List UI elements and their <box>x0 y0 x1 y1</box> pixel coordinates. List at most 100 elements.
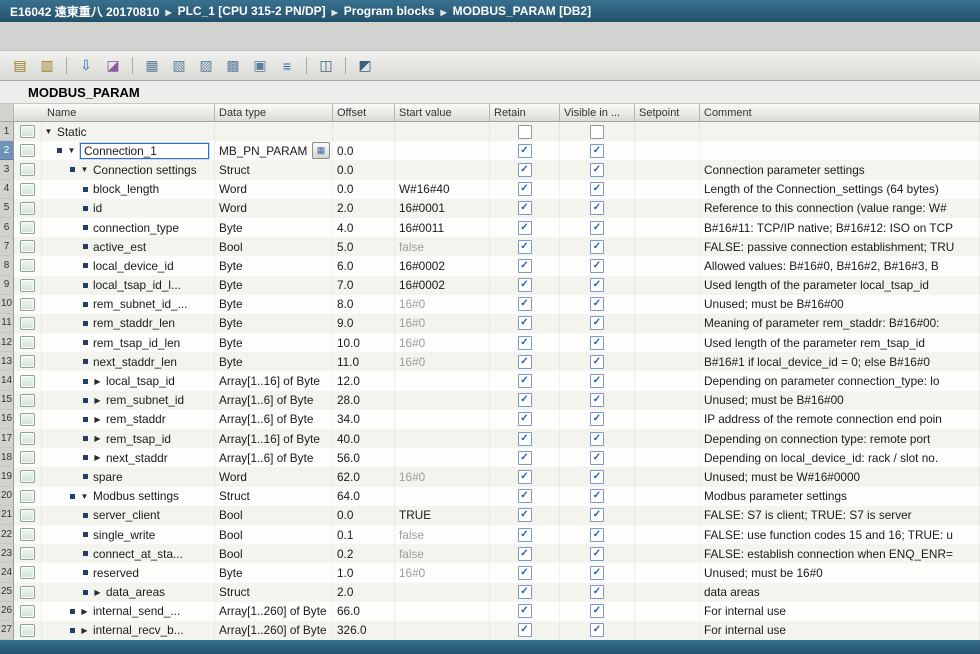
name-cell[interactable]: ▼Connection_1 <box>42 141 215 160</box>
retain-checkbox[interactable]: ✓ <box>518 259 532 273</box>
insert-row-icon[interactable]: ▤ <box>8 54 32 77</box>
comment-cell[interactable]: B#16#1 if local_device_id = 0; else B#16… <box>700 352 980 371</box>
expand-icon[interactable]: ▶ <box>93 415 102 424</box>
start-value-cell[interactable]: 16#0001 <box>395 199 490 218</box>
visible-checkbox[interactable]: ✓ <box>590 336 604 350</box>
data-type-cell[interactable]: Array[1..260] of Byte <box>215 621 333 640</box>
visible-checkbox[interactable]: ✓ <box>590 374 604 388</box>
settings-icon[interactable]: ◩ <box>353 54 377 77</box>
data-type-cell[interactable]: Byte <box>215 314 333 333</box>
comment-cell[interactable]: B#16#11: TCP/IP native; B#16#12: ISO on … <box>700 218 980 237</box>
column-header-offset[interactable]: Offset <box>333 104 395 121</box>
data-type-cell[interactable]: Struct <box>215 160 333 179</box>
comment-cell[interactable]: FALSE: use function codes 15 and 16; TRU… <box>700 525 980 544</box>
name-cell[interactable]: local_device_id <box>42 256 215 275</box>
data-type-cell[interactable]: Struct <box>215 583 333 602</box>
retain-checkbox[interactable]: ✓ <box>518 623 532 637</box>
name-cell[interactable]: id <box>42 199 215 218</box>
name-cell[interactable]: server_client <box>42 506 215 525</box>
comment-cell[interactable]: Allowed values: B#16#0, B#16#2, B#16#3, … <box>700 256 980 275</box>
retain-checkbox[interactable]: ✓ <box>518 182 532 196</box>
expand-icon[interactable]: ▶ <box>80 626 89 635</box>
retain-checkbox[interactable]: ✓ <box>518 432 532 446</box>
visible-checkbox[interactable]: ✓ <box>590 489 604 503</box>
snapshot-icon[interactable]: ◪ <box>101 54 125 77</box>
row-number[interactable]: 1 <box>0 122 14 141</box>
name-cell[interactable]: next_staddr_len <box>42 352 215 371</box>
update-interface-icon[interactable]: ▩ <box>221 54 245 77</box>
name-cell[interactable]: spare <box>42 467 215 486</box>
row-number[interactable]: 18 <box>0 448 14 467</box>
name-cell[interactable]: ▼Connection settings <box>42 160 215 179</box>
name-cell[interactable]: ▼Static <box>42 122 215 141</box>
name-cell[interactable]: connection_type <box>42 218 215 237</box>
start-value-cell[interactable]: 16#0 <box>395 467 490 486</box>
comment-cell[interactable]: Depending on connection type: remote por… <box>700 429 980 448</box>
name-cell[interactable]: ▶rem_subnet_id <box>42 391 215 410</box>
comment-cell[interactable]: Used length of the parameter rem_tsap_id <box>700 333 980 352</box>
start-value-cell[interactable] <box>395 141 490 160</box>
retain-checkbox[interactable]: ✓ <box>518 412 532 426</box>
data-type-cell[interactable]: Byte <box>215 352 333 371</box>
name-cell[interactable]: block_length <box>42 180 215 199</box>
row-number[interactable]: 8 <box>0 256 14 275</box>
comment-cell[interactable]: Modbus parameter settings <box>700 487 980 506</box>
data-type-cell[interactable]: Array[1..6] of Byte <box>215 410 333 429</box>
keep-actual-values-icon[interactable]: ⇩ <box>74 54 98 77</box>
visible-checkbox[interactable]: ✓ <box>590 412 604 426</box>
retain-checkbox[interactable]: ✓ <box>518 489 532 503</box>
retain-checkbox[interactable]: ✓ <box>518 144 532 158</box>
comment-cell[interactable]: Unused; must be W#16#0000 <box>700 467 980 486</box>
data-type-cell[interactable]: Array[1..260] of Byte <box>215 602 333 621</box>
data-type-cell[interactable]: Array[1..16] of Byte <box>215 371 333 390</box>
row-number[interactable]: 3 <box>0 160 14 179</box>
name-cell[interactable]: ▶rem_staddr <box>42 410 215 429</box>
retain-checkbox[interactable]: ✓ <box>518 585 532 599</box>
visible-checkbox[interactable]: ✓ <box>590 508 604 522</box>
expand-icon[interactable]: ▶ <box>93 588 102 597</box>
comment-cell[interactable]: Meaning of parameter rem_staddr: B#16#00… <box>700 314 980 333</box>
column-header-visible[interactable]: Visible in ... <box>560 104 635 121</box>
start-value-cell[interactable] <box>395 448 490 467</box>
start-value-cell[interactable] <box>395 371 490 390</box>
visible-checkbox[interactable]: ✓ <box>590 432 604 446</box>
initialize-setpoints-icon[interactable]: ▨ <box>194 54 218 77</box>
data-type-cell[interactable]: Word <box>215 180 333 199</box>
start-value-cell[interactable]: 16#0 <box>395 314 490 333</box>
start-value-cell[interactable] <box>395 583 490 602</box>
column-header-retain[interactable]: Retain <box>490 104 560 121</box>
name-cell[interactable]: rem_subnet_id_... <box>42 295 215 314</box>
name-cell[interactable]: reserved <box>42 563 215 582</box>
row-number[interactable]: 5 <box>0 199 14 218</box>
visible-checkbox[interactable]: ✓ <box>590 316 604 330</box>
row-number[interactable]: 12 <box>0 333 14 352</box>
data-type-cell[interactable]: Byte <box>215 276 333 295</box>
start-value-cell[interactable]: 16#0 <box>395 352 490 371</box>
retain-checkbox[interactable]: ✓ <box>518 470 532 484</box>
visible-checkbox[interactable]: ✓ <box>590 393 604 407</box>
visible-checkbox[interactable]: ✓ <box>590 182 604 196</box>
breadcrumb-item[interactable]: Program blocks <box>344 4 435 18</box>
comment-cell[interactable] <box>700 141 980 160</box>
row-number[interactable]: 10 <box>0 295 14 314</box>
data-type-cell[interactable]: Byte <box>215 333 333 352</box>
name-cell[interactable]: rem_staddr_len <box>42 314 215 333</box>
collapse-icon[interactable]: ▼ <box>67 146 76 155</box>
data-type-cell[interactable]: Word <box>215 199 333 218</box>
expand-icon[interactable]: ▶ <box>80 607 89 616</box>
data-type-cell[interactable]: Word <box>215 467 333 486</box>
comment-cell[interactable]: Depending on local_device_id: rack / slo… <box>700 448 980 467</box>
visible-checkbox[interactable]: ✓ <box>590 201 604 215</box>
collapse-icon[interactable]: ▼ <box>44 127 53 136</box>
visible-checkbox[interactable]: ✓ <box>590 451 604 465</box>
comment-cell[interactable]: Used length of the parameter local_tsap_… <box>700 276 980 295</box>
visible-checkbox[interactable]: ✓ <box>590 470 604 484</box>
data-type-cell[interactable]: Bool <box>215 506 333 525</box>
start-value-cell[interactable] <box>395 160 490 179</box>
data-type-cell[interactable]: Array[1..16] of Byte <box>215 429 333 448</box>
name-cell[interactable]: single_write <box>42 525 215 544</box>
start-value-cell[interactable]: false <box>395 237 490 256</box>
row-number[interactable]: 15 <box>0 391 14 410</box>
visible-checkbox[interactable]: ✓ <box>590 566 604 580</box>
start-value-cell[interactable] <box>395 391 490 410</box>
